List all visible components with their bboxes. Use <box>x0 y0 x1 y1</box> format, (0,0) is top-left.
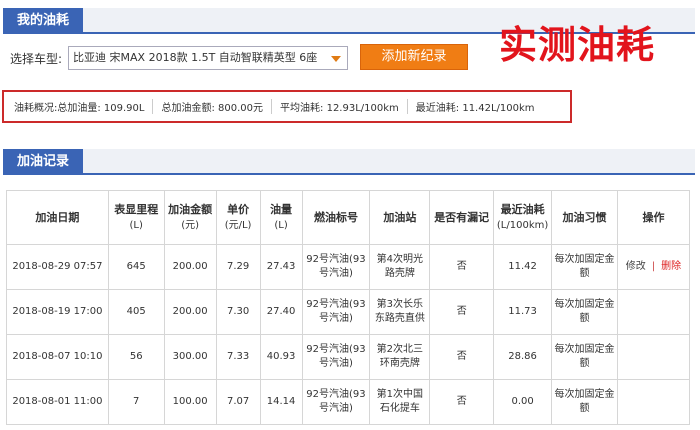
cell-missed: 否 <box>429 289 495 335</box>
cell-amount: 200.00 <box>163 244 217 290</box>
cell-station: 第3次长乐东路壳直供 <box>369 289 431 335</box>
cell-mileage: 7 <box>107 379 165 425</box>
summary-total-fuel: 油耗概况:总加油量: 109.90L <box>6 99 154 114</box>
cell-mileage: 405 <box>107 289 165 335</box>
vehicle-selected-value: 比亚迪 宋MAX 2018款 1.5T 自动智联精英型 6座 <box>73 51 318 64</box>
cell-date: 2018-08-29 07:57 <box>6 244 109 290</box>
cell-mileage: 56 <box>107 334 165 380</box>
table-row: 2018-08-19 17:00 405 200.00 7.30 27.40 9… <box>6 289 691 335</box>
header-amount: 加油金额 (元) <box>163 190 217 245</box>
cell-fuel-grade: 92号汽油(93号汽油) <box>301 289 371 335</box>
header-missed: 是否有漏记 <box>429 190 495 245</box>
summary-recent-consumption: 最近油耗: 11.42L/100km <box>415 103 535 114</box>
edit-link[interactable]: 修改 <box>626 261 646 272</box>
cell-amount: 100.00 <box>163 379 217 425</box>
table-row: 2018-08-29 07:57 645 200.00 7.29 27.43 9… <box>6 244 691 290</box>
my-fuel-tab[interactable]: 我的油耗 <box>3 8 84 34</box>
cell-volume: 14.14 <box>259 379 303 425</box>
header-date: 加油日期 <box>6 190 109 245</box>
header-price: 单价 (元/L) <box>215 190 261 245</box>
cell-station: 第2次北三环南壳牌 <box>369 334 431 380</box>
cell-volume: 40.93 <box>259 334 303 380</box>
cell-actions: 修改 | 删除 <box>616 244 691 290</box>
cell-date: 2018-08-19 17:00 <box>6 289 109 335</box>
header-actions: 操作 <box>616 190 691 245</box>
vehicle-label: 选择车型: <box>10 51 63 66</box>
cell-habit: 每次加固定金额 <box>551 334 618 380</box>
header-volume: 油量 (L) <box>259 190 303 245</box>
header-mileage: 表显里程 (L) <box>107 190 165 245</box>
fuel-records-section-bar: 加油记录 <box>3 149 695 175</box>
cell-price: 7.29 <box>215 244 261 290</box>
cell-amount: 200.00 <box>163 289 217 335</box>
cell-station: 第1次中国石化提车 <box>369 379 431 425</box>
cell-fuel-grade: 92号汽油(93号汽油) <box>301 244 371 290</box>
cell-station: 第4次明光路壳牌 <box>369 244 431 290</box>
headline-text: 实测油耗 <box>499 22 656 67</box>
cell-amount: 300.00 <box>163 334 217 380</box>
cell-volume: 27.40 <box>259 289 303 335</box>
vehicle-selector-row: 选择车型: 比亚迪 宋MAX 2018款 1.5T 自动智联精英型 6座 <box>10 45 349 71</box>
cell-missed: 否 <box>429 334 495 380</box>
fuel-records-table: 加油日期 表显里程 (L) 加油金额 (元) 单价 (元/L) 油量 (L) 燃油标号 … <box>6 190 691 425</box>
cell-actions <box>616 379 691 425</box>
table-header-row: 加油日期 表显里程 (L) 加油金额 (元) 单价 (元/L) 油量 (L) 燃油标号 … <box>6 190 691 245</box>
cell-recent-consumption: 28.86 <box>493 334 553 380</box>
cell-recent-consumption: 0.00 <box>493 379 553 425</box>
cell-actions <box>616 289 691 335</box>
cell-date: 2018-08-01 11:00 <box>6 379 109 425</box>
cell-missed: 否 <box>429 379 495 425</box>
table-row: 2018-08-07 10:10 56 300.00 7.33 40.93 92… <box>6 334 691 380</box>
cell-date: 2018-08-07 10:10 <box>6 334 109 380</box>
summary-avg-consumption: 平均油耗: 12.93L/100km <box>272 99 408 114</box>
cell-missed: 否 <box>429 244 495 290</box>
cell-actions <box>616 334 691 380</box>
cell-price: 7.07 <box>215 379 261 425</box>
cell-volume: 27.43 <box>259 244 303 290</box>
header-station: 加油站 <box>369 190 431 245</box>
action-separator: | <box>651 261 656 272</box>
cell-price: 7.33 <box>215 334 261 380</box>
dropdown-arrow-icon <box>331 56 342 62</box>
add-record-button[interactable]: 添加新纪录 <box>360 44 468 70</box>
fuel-summary-box: 油耗概况:总加油量: 109.90L 总加油金额: 800.00元 平均油耗: … <box>2 90 572 123</box>
cell-recent-consumption: 11.73 <box>493 289 553 335</box>
cell-habit: 每次加固定金额 <box>551 379 618 425</box>
fuel-records-tab[interactable]: 加油记录 <box>3 149 84 175</box>
cell-habit: 每次加固定金额 <box>551 289 618 335</box>
cell-fuel-grade: 92号汽油(93号汽油) <box>301 379 371 425</box>
summary-total-amount: 总加油金额: 800.00元 <box>153 99 273 114</box>
delete-link[interactable]: 删除 <box>661 261 681 272</box>
cell-price: 7.30 <box>215 289 261 335</box>
cell-fuel-grade: 92号汽油(93号汽油) <box>301 334 371 380</box>
cell-recent-consumption: 11.42 <box>493 244 553 290</box>
header-recent-consumption: 最近油耗 (L/100km) <box>493 190 553 245</box>
cell-mileage: 645 <box>107 244 165 290</box>
header-habit: 加油习惯 <box>551 190 618 245</box>
vehicle-select[interactable]: 比亚迪 宋MAX 2018款 1.5T 自动智联精英型 6座 <box>68 46 349 70</box>
header-fuel-grade: 燃油标号 <box>301 190 371 245</box>
cell-habit: 每次加固定金额 <box>551 244 618 290</box>
table-row: 2018-08-01 11:00 7 100.00 7.07 14.14 92号… <box>6 379 691 425</box>
